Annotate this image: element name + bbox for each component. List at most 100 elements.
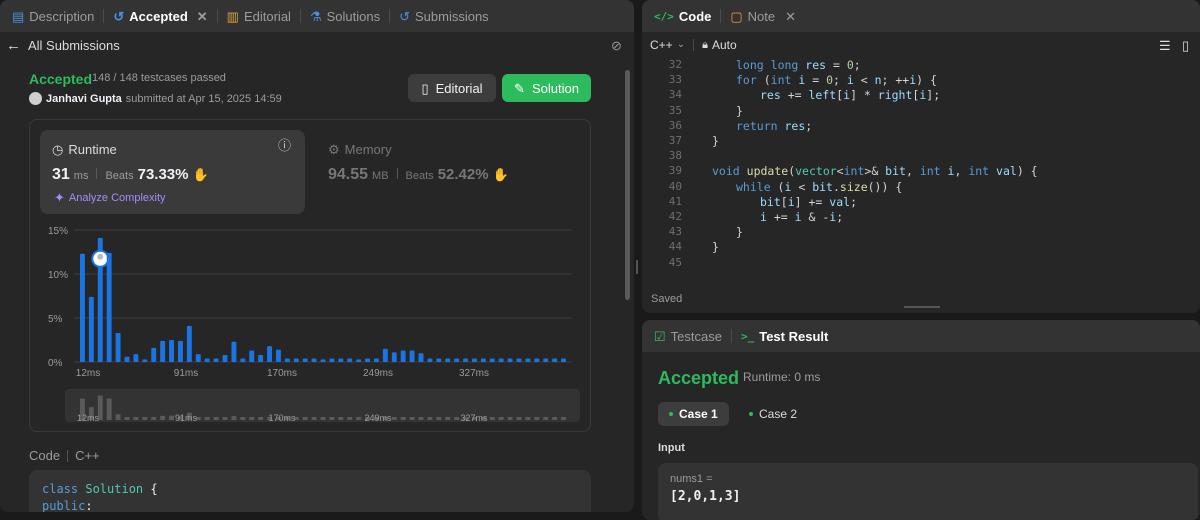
bookmark-icon[interactable]: ▯	[1182, 39, 1189, 52]
chart-bar[interactable]	[409, 350, 415, 362]
chart-bar[interactable]	[436, 358, 442, 362]
runtime-distribution-chart[interactable]: 15% 10% 5% 0% 12ms 91ms 170ms 249ms 327ms 12ms 91m…	[40, 218, 585, 426]
chart-bar[interactable]	[445, 358, 451, 362]
memory-card[interactable]: ⚙ Memory 94.55 MB Beats 52.42% ✋	[316, 130, 586, 214]
link-icon[interactable]: ⊘	[611, 39, 622, 52]
author-name[interactable]: Janhavi Gupta	[46, 93, 122, 105]
chart-bar[interactable]	[534, 358, 540, 362]
case-2-tab[interactable]: Case 2	[738, 402, 808, 426]
description-icon: ▤	[12, 8, 25, 24]
chart-bar[interactable]	[204, 358, 210, 362]
status-title: Accepted	[29, 71, 93, 87]
resize-handle[interactable]	[904, 306, 940, 308]
chart-bar[interactable]	[454, 358, 460, 362]
chart-bar[interactable]	[365, 358, 370, 362]
chart-bar[interactable]	[561, 358, 566, 362]
chart-bar[interactable]	[249, 350, 255, 362]
chart-bar[interactable]	[552, 358, 558, 362]
chart-bar[interactable]	[142, 359, 148, 362]
chart-bar[interactable]	[489, 358, 495, 362]
description-panel: ▤ Description ↺ Accepted ✕ ▥ Editorial ⚗ Solu…	[0, 0, 634, 512]
chart-bar[interactable]	[382, 348, 388, 362]
chart-bar[interactable]	[507, 358, 513, 362]
chart-bar[interactable]	[480, 358, 486, 362]
tab-solutions[interactable]: ⚗ Solutions	[304, 9, 386, 24]
code-line: bit[i] += val;	[760, 194, 857, 209]
chart-bar[interactable]	[320, 359, 326, 362]
chart-bar[interactable]	[284, 358, 290, 362]
chart-bar[interactable]	[391, 352, 397, 362]
chart-bar[interactable]	[338, 358, 344, 362]
chart-bar[interactable]	[133, 354, 139, 362]
navigator-bar	[400, 417, 406, 420]
tab-description[interactable]: ▤ Description	[6, 9, 100, 24]
chart-bar[interactable]	[347, 358, 353, 362]
chart-bar[interactable]	[329, 358, 335, 362]
chart-bar[interactable]	[276, 349, 281, 362]
chart-bar[interactable]	[195, 354, 201, 362]
chart-bar[interactable]	[516, 358, 522, 362]
code-area[interactable]: 32 long long res = 0; 33 for (int i = 0; i …	[642, 58, 1200, 276]
chart-bar[interactable]	[160, 340, 166, 362]
chart-bar[interactable]	[302, 358, 308, 362]
chart-bar[interactable]	[400, 350, 406, 362]
tab-accepted[interactable]: ↺ Accepted ✕	[107, 9, 213, 24]
chart-bar[interactable]	[213, 358, 219, 362]
arrow-left-icon[interactable]: ←	[6, 38, 21, 53]
chart-bar[interactable]	[115, 332, 121, 362]
chart-bar[interactable]	[472, 358, 477, 362]
chart-bar[interactable]	[106, 252, 112, 362]
beats-label: Beats	[105, 170, 134, 182]
info-icon[interactable]: ⓘ	[278, 139, 291, 152]
code-line: class Solution {	[42, 482, 158, 496]
tab-test-result[interactable]: >_ Test Result	[735, 329, 834, 344]
case-1-tab[interactable]: Case 1	[658, 402, 729, 426]
tab-note[interactable]: ▢ Note ✕	[724, 9, 802, 24]
chart-bar[interactable]	[427, 358, 433, 362]
resize-handle[interactable]	[636, 260, 638, 274]
code-line: while (i < bit.size()) {	[736, 179, 903, 194]
chart-bar[interactable]	[151, 347, 157, 362]
chart-bar[interactable]	[267, 346, 272, 362]
navigator-bar	[240, 417, 246, 420]
scrollbar[interactable]	[625, 70, 630, 300]
chart-bar[interactable]	[240, 358, 246, 362]
tab-testcase[interactable]: ☑ Testcase	[648, 329, 728, 344]
chart-bar[interactable]	[258, 354, 264, 362]
navigator-bar	[249, 417, 255, 420]
chart-bar[interactable]	[463, 358, 468, 362]
chart-bar[interactable]	[418, 353, 424, 362]
chart-bar[interactable]	[169, 340, 174, 362]
format-icon[interactable]: ☰	[1159, 39, 1171, 52]
tab-editorial[interactable]: ▥ Editorial	[221, 9, 297, 24]
chart-bar[interactable]	[356, 359, 362, 362]
chart-bar[interactable]	[543, 358, 549, 362]
chart-bar[interactable]	[231, 341, 237, 362]
tab-submissions[interactable]: ↺ Submissions	[393, 9, 495, 24]
chart-bar[interactable]	[124, 356, 130, 362]
y-tick-label: 0%	[48, 358, 63, 369]
chart-bar[interactable]	[88, 296, 94, 362]
chart-bar[interactable]	[498, 358, 504, 362]
auto-mode[interactable]: 🔒︎ Auto	[702, 38, 737, 52]
language-select[interactable]: C++ ⌄	[650, 38, 685, 52]
avatar[interactable]	[29, 92, 42, 105]
chart-bar[interactable]	[374, 358, 379, 362]
solution-button[interactable]: ✎ Solution	[502, 74, 591, 102]
chart-bar[interactable]	[222, 354, 228, 362]
chart-bar[interactable]	[80, 253, 85, 362]
close-icon[interactable]: ✕	[197, 10, 208, 23]
code-line: public:	[42, 499, 93, 512]
navigator-bar	[525, 417, 531, 420]
close-icon[interactable]: ✕	[785, 10, 796, 23]
analyze-complexity-link[interactable]: ✦ Analyze Complexity	[54, 191, 166, 204]
editorial-button[interactable]: ▯ Editorial	[408, 74, 496, 102]
chart-bar[interactable]	[311, 358, 317, 362]
chart-bar[interactable]	[293, 358, 299, 362]
tab-code[interactable]: </> Code	[648, 9, 717, 24]
runtime-card[interactable]: ◷ Runtime ⓘ 31 ms Beats 73.33% ✋ ✦ Analy…	[40, 130, 305, 214]
all-submissions-link[interactable]: All Submissions	[28, 38, 120, 53]
chart-bar[interactable]	[178, 340, 183, 362]
chart-bar[interactable]	[525, 358, 531, 362]
chart-bar[interactable]	[186, 325, 192, 362]
